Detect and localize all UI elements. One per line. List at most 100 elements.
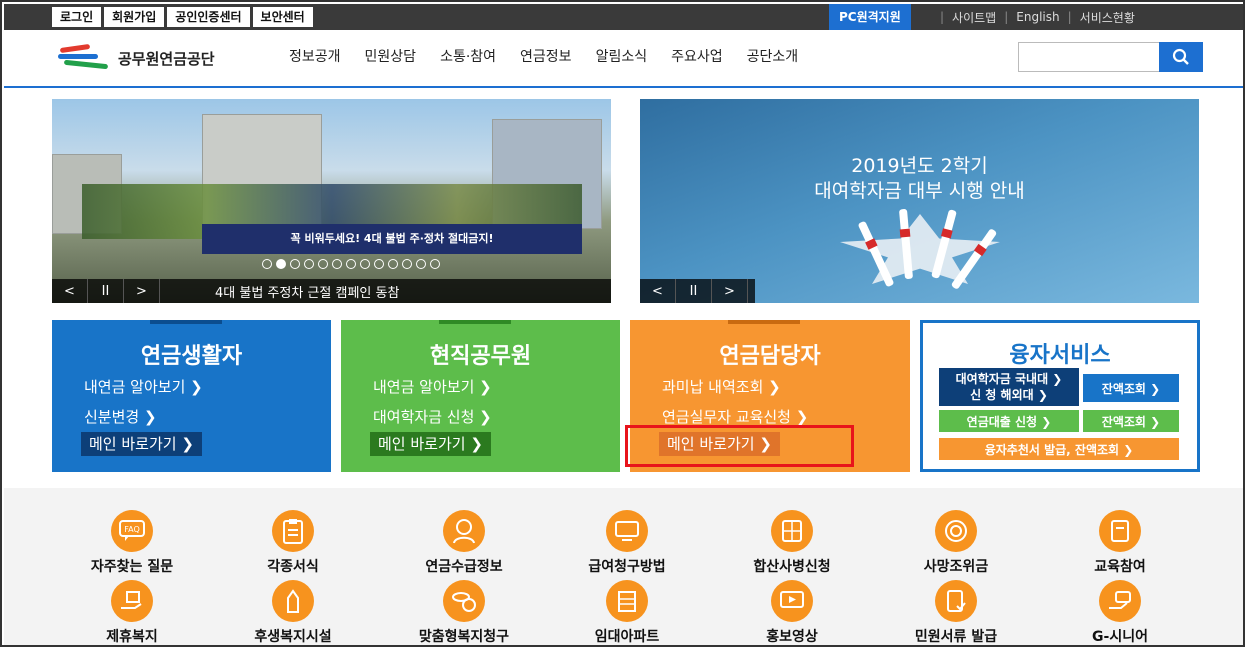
- my-pension-link[interactable]: 내연금 알아보기 ❯: [373, 376, 492, 397]
- card-employee: 현직공무원 내연금 알아보기 ❯ 대여학자금 신청 ❯ 메인 바로가기 ❯: [341, 320, 620, 472]
- main-shortcut-button[interactable]: 메인 바로가기 ❯: [370, 432, 491, 456]
- search-button[interactable]: [1159, 42, 1203, 72]
- service-status-link[interactable]: 서비스현황: [1080, 9, 1135, 26]
- slide-indicators: [262, 259, 440, 269]
- slide-dot[interactable]: [346, 259, 356, 269]
- banner-controls: < II >: [640, 279, 755, 303]
- pension-loan-button[interactable]: 연금대출 신청 ❯: [939, 410, 1079, 432]
- quick-item-pension-info[interactable]: 연금수급정보: [394, 510, 534, 576]
- login-link[interactable]: 로그인: [52, 7, 102, 27]
- overseas-label: 신 청 해외대 ❯: [970, 388, 1048, 402]
- quick-item-faq[interactable]: FAQ 자주찾는 질문: [62, 510, 202, 576]
- quick-item-label: 급여청구방법: [588, 559, 666, 575]
- nav-item-consult[interactable]: 민원상담: [365, 46, 417, 66]
- nav-item-news[interactable]: 알림소식: [596, 46, 648, 66]
- calculator-screen-icon: [606, 510, 648, 552]
- slide-dot[interactable]: [374, 259, 384, 269]
- quick-item-benefit-claim[interactable]: 급여청구방법: [557, 510, 697, 576]
- next-button[interactable]: >: [712, 279, 748, 303]
- quick-item-education[interactable]: 교육참여: [1050, 510, 1190, 576]
- slide-dot[interactable]: [430, 259, 440, 269]
- quick-item-label: 사망조위금: [923, 559, 989, 575]
- quick-item-condolence[interactable]: 사망조위금: [886, 510, 1026, 576]
- svg-text:FAQ: FAQ: [124, 525, 140, 534]
- sitemap-link[interactable]: 사이트맵: [952, 9, 996, 26]
- card-title: 연금생활자: [140, 344, 243, 369]
- pause-button[interactable]: II: [88, 279, 124, 303]
- quick-item-custom-welfare[interactable]: 맞춤형복지청구: [394, 580, 534, 645]
- next-button[interactable]: >: [124, 279, 160, 303]
- main-shortcut-button[interactable]: 메인 바로가기 ❯: [81, 432, 202, 456]
- hand-card-icon: [1099, 580, 1141, 622]
- slide-dot-active[interactable]: [276, 259, 286, 269]
- slide-dot[interactable]: [304, 259, 314, 269]
- quick-item-promo-video[interactable]: 홍보영상: [722, 580, 862, 645]
- nav-item-about[interactable]: 공단소개: [747, 46, 799, 66]
- banner-campaign[interactable]: 꼭 비워두세요! 4대 불법 주·정차 절대금지! < II > 4대 불법 주…: [52, 99, 611, 303]
- nav-item-pension-info[interactable]: 연금정보: [520, 46, 572, 66]
- security-center-link[interactable]: 보안센터: [252, 7, 313, 27]
- quick-item-forms[interactable]: 각종서식: [223, 510, 363, 576]
- quick-item-label: 자주찾는 질문: [90, 559, 174, 575]
- slide-dot[interactable]: [318, 259, 328, 269]
- slide-dot[interactable]: [388, 259, 398, 269]
- quick-item-military-service[interactable]: 합산사병신청: [722, 510, 862, 576]
- pause-button[interactable]: II: [676, 279, 712, 303]
- card-accent-bar: [728, 320, 800, 324]
- cert-center-link[interactable]: 공인인증센터: [167, 7, 250, 27]
- main-nav: 정보공개 민원상담 소통·참여 연금정보 알림소식 주요사업 공단소개: [289, 46, 798, 66]
- slide-dot[interactable]: [290, 259, 300, 269]
- tuition-loan-apply-button[interactable]: 대여학자금 국내대 ❯ 신 청 해외대 ❯: [939, 368, 1079, 406]
- quick-menu: FAQ 자주찾는 질문 각종서식 연금수급정보 급여청구방법 합산사병신청 사망…: [4, 488, 1243, 645]
- quick-item-g-senior[interactable]: G-시니어: [1050, 580, 1190, 645]
- status-change-link[interactable]: 신분변경 ❯: [84, 406, 157, 427]
- quick-item-partner-welfare[interactable]: 제휴복지: [62, 580, 202, 645]
- quick-item-label: 교육참여: [1094, 559, 1146, 575]
- quick-item-label: 각종서식: [267, 559, 319, 575]
- slide-dot[interactable]: [360, 259, 370, 269]
- quick-item-rental-apartment[interactable]: 임대아파트: [557, 580, 697, 645]
- banner-student-loan[interactable]: 2019년도 2학기 대여학자금 대부 시행 안내 < II >: [640, 99, 1199, 303]
- utility-left: 로그인 회원가입 공인인증센터 보안센터: [52, 7, 313, 27]
- quick-item-welfare-facility[interactable]: 후생복지시설: [223, 580, 363, 645]
- slide-dot[interactable]: [262, 259, 272, 269]
- balance-inquiry-button[interactable]: 잔액조회 ❯: [1083, 374, 1179, 402]
- top-utility-bar: 로그인 회원가입 공인인증센터 보안센터 PC원격지원 | 사이트맵 | Eng…: [4, 4, 1243, 30]
- slide-dot[interactable]: [416, 259, 426, 269]
- logo[interactable]: 공무원연금공단: [56, 43, 215, 72]
- nav-item-participate[interactable]: 소통·참여: [440, 46, 496, 66]
- slide-dot[interactable]: [332, 259, 342, 269]
- person-icon: [443, 510, 485, 552]
- search-input[interactable]: [1018, 42, 1159, 72]
- gift-hand-icon: [111, 580, 153, 622]
- remote-support-link[interactable]: PC원격지원: [829, 4, 911, 30]
- slide-dot[interactable]: [402, 259, 412, 269]
- nav-item-info[interactable]: 정보공개: [289, 46, 341, 66]
- org-name: 공무원연금공단: [118, 49, 215, 68]
- loan-recommendation-button[interactable]: 융자추천서 발급, 잔액조회 ❯: [939, 438, 1179, 460]
- banner-title-line2: 대여학자금 대부 시행 안내: [814, 180, 1025, 202]
- calculator-icon: [771, 510, 813, 552]
- coins-w-icon: [443, 580, 485, 622]
- payment-history-link[interactable]: 과미납 내역조회 ❯: [662, 376, 781, 397]
- building-icon: [606, 580, 648, 622]
- prev-button[interactable]: <: [52, 279, 88, 303]
- signup-link[interactable]: 회원가입: [104, 7, 165, 27]
- book-icon: [1099, 510, 1141, 552]
- english-link[interactable]: English: [1016, 10, 1059, 24]
- quick-item-civil-documents[interactable]: 민원서류 발급: [886, 580, 1026, 645]
- quick-item-label: 연금수급정보: [425, 559, 503, 575]
- my-pension-link[interactable]: 내연금 알아보기 ❯: [84, 376, 203, 397]
- prev-button[interactable]: <: [640, 279, 676, 303]
- separator: |: [1067, 10, 1072, 24]
- nav-item-business[interactable]: 주요사업: [671, 46, 723, 66]
- quick-item-label: 제휴복지: [106, 629, 158, 645]
- page-frame: 로그인 회원가입 공인인증센터 보안센터 PC원격지원 | 사이트맵 | Eng…: [0, 0, 1245, 647]
- card-title: 융자서비스: [1009, 343, 1111, 368]
- highlight-box: [625, 425, 854, 467]
- faq-icon: FAQ: [111, 510, 153, 552]
- balance-inquiry-button[interactable]: 잔액조회 ❯: [1083, 410, 1179, 432]
- banner-slogan: 꼭 비워두세요! 4대 불법 주·정차 절대금지!: [202, 224, 582, 254]
- tuition-loan-link[interactable]: 대여학자금 신청 ❯: [373, 406, 492, 427]
- training-request-link[interactable]: 연금실무자 교육신청 ❯: [662, 406, 808, 427]
